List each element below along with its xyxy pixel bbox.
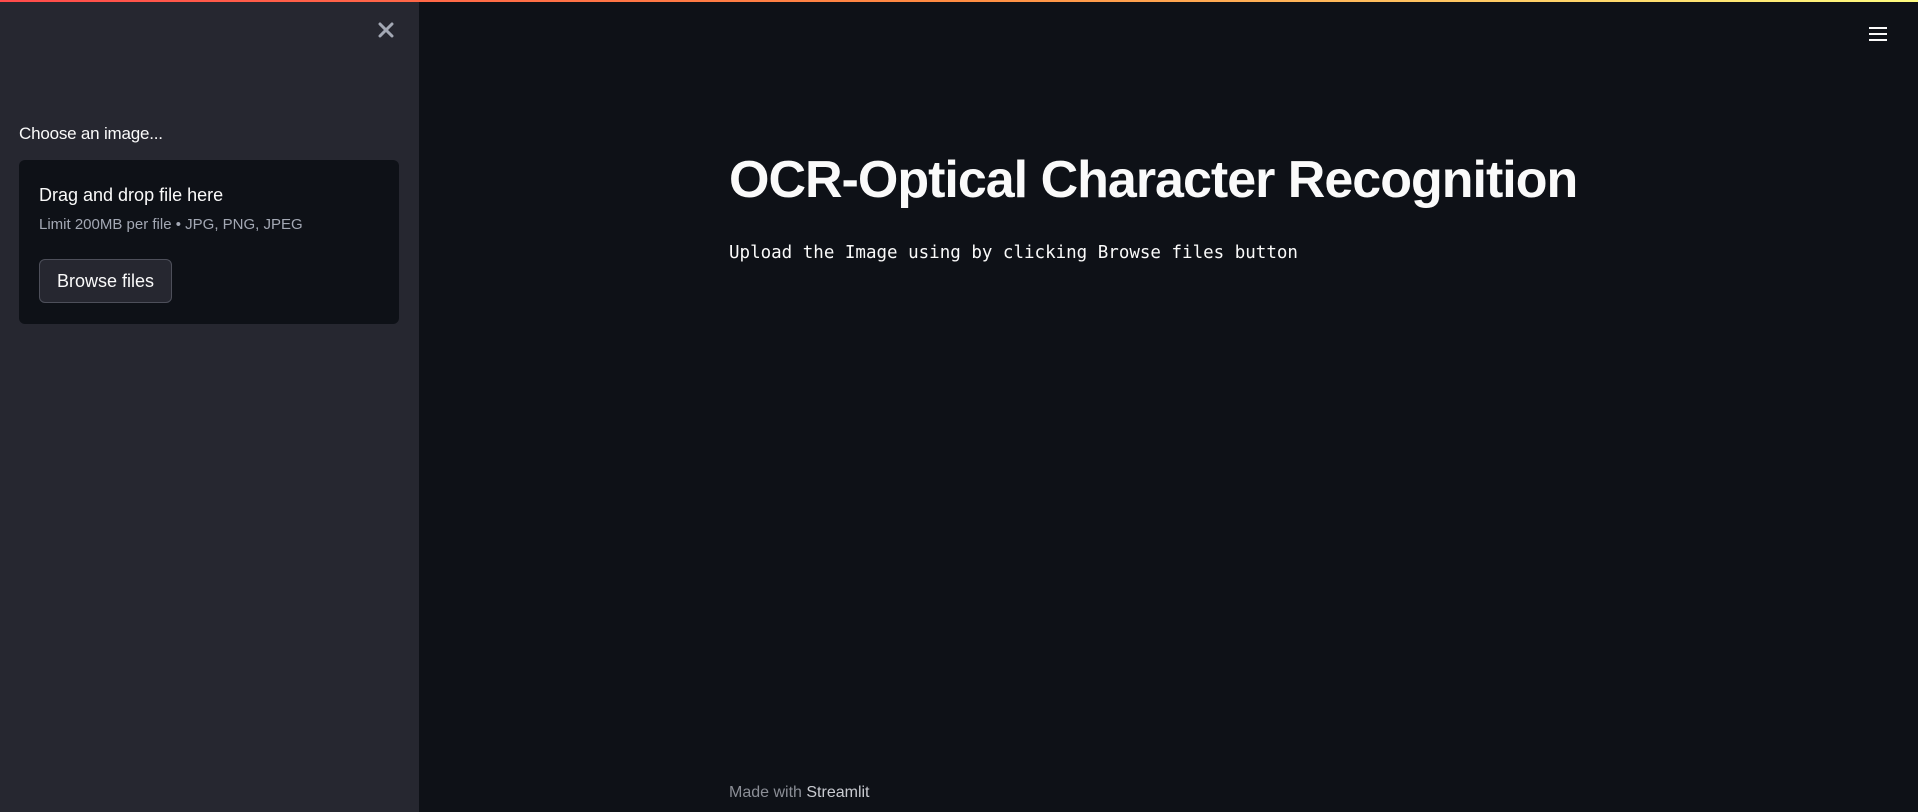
footer-made-with: Made with xyxy=(729,784,802,801)
page-title: OCR-Optical Character Recognition xyxy=(729,151,1578,209)
close-icon xyxy=(378,22,394,38)
file-uploader-label: Choose an image... xyxy=(19,124,163,143)
sidebar: Choose an image... Drag and drop file he… xyxy=(0,0,419,812)
close-sidebar-button[interactable] xyxy=(372,16,400,44)
file-dropzone[interactable]: Drag and drop file here Limit 200MB per … xyxy=(19,160,399,324)
browse-files-button[interactable]: Browse files xyxy=(39,259,172,303)
header-decoration-bar xyxy=(0,0,1918,2)
streamlit-app: Choose an image... Drag and drop file he… xyxy=(0,0,1918,812)
hamburger-menu-icon xyxy=(1869,27,1887,41)
dropzone-limit-text: Limit 200MB per file • JPG, PNG, JPEG xyxy=(39,216,303,233)
page-description: Upload the Image using by clicking Brows… xyxy=(729,243,1298,263)
dropzone-instructions: Drag and drop file here xyxy=(39,185,224,205)
streamlit-link[interactable]: Streamlit xyxy=(806,784,869,801)
main-menu-button[interactable] xyxy=(1866,22,1890,46)
footer: Made with Streamlit xyxy=(729,784,870,802)
